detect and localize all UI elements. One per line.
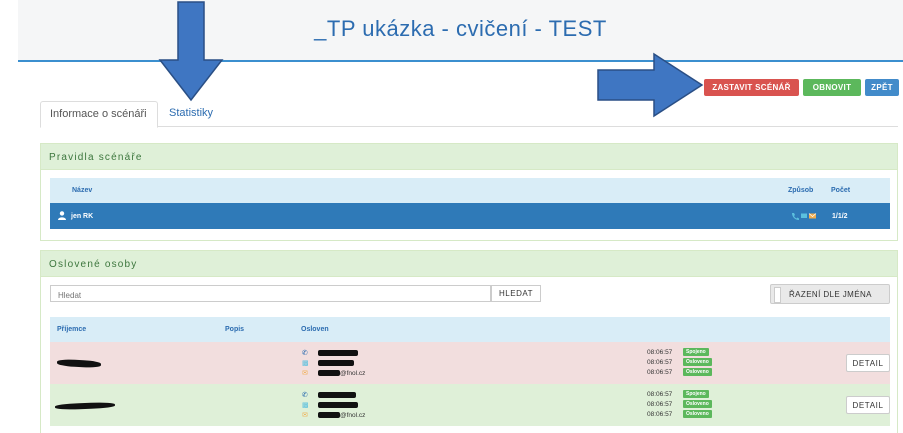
- status-badge: Spojeno: [683, 390, 709, 398]
- tab-statistics[interactable]: Statistiky: [160, 101, 222, 128]
- status-badge: Osloveno: [683, 400, 712, 408]
- persons-panel-title: Oslovené osoby: [41, 251, 897, 277]
- redacted-phone: [318, 350, 358, 356]
- status-line: 08:06:57 Spojeno: [647, 390, 747, 399]
- page: _TP ukázka - cvičení - TEST ZASTAVIT SCÉ…: [0, 0, 903, 433]
- contact-method-icons: [792, 213, 817, 220]
- phone-icon: ✆: [302, 392, 308, 399]
- persons-panel: Oslovené osoby HLEDAT ŘAZENÍ DLE JMÉNA P…: [40, 250, 898, 433]
- status-time: 08:06:57: [647, 411, 673, 418]
- sms-icon: ▩: [302, 360, 309, 367]
- rule-count: 1/1/2: [832, 213, 848, 220]
- redacted-name: [54, 401, 116, 411]
- search-button[interactable]: HLEDAT: [491, 285, 541, 302]
- tab-scenario-info[interactable]: Informace o scénáři: [40, 101, 158, 128]
- column-count: Počet: [831, 187, 851, 194]
- rules-panel-title: Pravidla scénáře: [41, 144, 897, 170]
- phone-icon: [792, 213, 799, 220]
- redacted-sms: [318, 402, 358, 408]
- detail-button[interactable]: DETAIL: [846, 354, 890, 372]
- refresh-button[interactable]: OBNOVIT: [803, 79, 861, 96]
- sms-icon: ▩: [302, 402, 309, 409]
- redacted-email: [318, 370, 340, 376]
- back-button[interactable]: ZPĚT: [865, 79, 899, 96]
- column-description: Popis: [225, 326, 245, 333]
- person-row[interactable]: ✆ ▩ ✉ @fnol.cz 08:06:57 Spojeno 08:06:57…: [50, 342, 890, 384]
- redacted-sms: [318, 360, 354, 366]
- rules-table-row[interactable]: jen RK 1/1/2: [50, 203, 890, 229]
- phone-icon: ✆: [302, 350, 308, 357]
- tab-bar: Informace o scénáři Statistiky: [40, 101, 898, 128]
- person-row[interactable]: ✆ ▩ ✉ @fnol.cz 08:06:57 Spojeno 08:06:57…: [50, 384, 890, 426]
- detail-button[interactable]: DETAIL: [846, 396, 890, 414]
- status-badge: Osloveno: [683, 410, 712, 418]
- arrow-down-annotation: [158, 1, 224, 102]
- status-line: 08:06:57 Osloveno: [647, 368, 747, 377]
- rules-panel: Pravidla scénáře Název Způsob Počet jen …: [40, 143, 898, 241]
- status-time: 08:06:57: [647, 359, 673, 366]
- redacted-name: [56, 358, 102, 369]
- stop-scenario-button[interactable]: ZASTAVIT SCÉNÁŘ: [704, 79, 799, 96]
- status-time: 08:06:57: [647, 349, 673, 356]
- status-badge: Osloveno: [683, 358, 712, 366]
- rules-table-header: Název Způsob Počet: [50, 178, 890, 203]
- redacted-phone: [318, 392, 356, 398]
- sort-by-name-toggle[interactable]: ŘAZENÍ DLE JMÉNA: [770, 284, 890, 304]
- status-time: 08:06:57: [647, 401, 673, 408]
- status-line: 08:06:57 Osloveno: [647, 410, 747, 419]
- email-icon: ✉: [302, 412, 308, 419]
- email-suffix: @fnol.cz: [340, 370, 366, 377]
- sms-icon: [801, 213, 807, 218]
- user-icon: [58, 211, 66, 220]
- column-contacted: Osloven: [301, 326, 329, 333]
- redacted-email: [318, 412, 340, 418]
- email-suffix: @fnol.cz: [340, 412, 366, 419]
- status-time: 08:06:57: [647, 369, 673, 376]
- column-name: Název: [72, 187, 93, 194]
- search-input[interactable]: [50, 285, 491, 302]
- rule-name: jen RK: [71, 213, 94, 220]
- status-badge: Spojeno: [683, 348, 709, 356]
- status-line: 08:06:57 Osloveno: [647, 358, 747, 367]
- email-icon: ✉: [302, 370, 308, 377]
- column-method: Způsob: [788, 187, 814, 194]
- status-badge: Osloveno: [683, 368, 712, 376]
- persons-table-header: Příjemce Popis Osloven: [50, 317, 890, 342]
- status-line: 08:06:57 Osloveno: [647, 400, 747, 409]
- column-recipient: Příjemce: [57, 326, 87, 333]
- status-line: 08:06:57 Spojeno: [647, 348, 747, 357]
- status-time: 08:06:57: [647, 391, 673, 398]
